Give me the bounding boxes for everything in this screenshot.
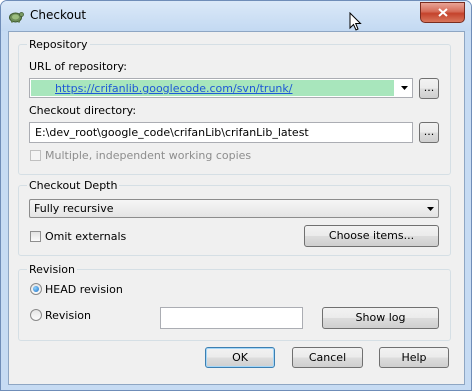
multiple-copies-label: Multiple, independent working copies (45, 149, 252, 162)
revision-label: Revision (45, 309, 91, 322)
mouse-cursor-icon (349, 12, 362, 31)
title-bar[interactable]: Checkout (1, 1, 471, 31)
dialog-client-area: Repository URL of repository: https://cr… (8, 31, 465, 385)
close-button[interactable] (420, 2, 465, 23)
dropdown-arrow-icon (427, 207, 434, 211)
repository-group-title: Repository (27, 38, 90, 51)
depth-selected-value: Fully recursive (34, 202, 114, 215)
directory-browse-button[interactable]: ... (419, 122, 439, 143)
checkout-depth-group-title: Checkout Depth (27, 179, 120, 192)
head-revision-label: HEAD revision (45, 283, 123, 296)
url-combobox[interactable]: https://crifanlib.googlecode.com/svn/tru… (29, 78, 413, 98)
ok-button[interactable]: OK (205, 347, 275, 368)
url-browse-button[interactable]: ... (419, 78, 439, 99)
revision-radio[interactable] (30, 309, 42, 321)
revision-input[interactable] (160, 307, 303, 329)
help-button[interactable]: Help (379, 347, 449, 368)
omit-externals-checkbox[interactable] (30, 231, 41, 242)
head-revision-radio[interactable] (30, 283, 42, 295)
multiple-copies-checkbox[interactable] (30, 150, 41, 161)
show-log-button[interactable]: Show log (322, 307, 439, 329)
checkout-window: Checkout Repository URL of repository: h… (0, 0, 472, 391)
checkout-directory-input[interactable]: E:\dev_root\google_code\crifanLib\crifan… (29, 122, 413, 143)
depth-dropdown[interactable]: Fully recursive (29, 199, 439, 218)
url-selection: https://crifanlib.googlecode.com/svn/tru… (31, 80, 394, 96)
close-icon (437, 8, 448, 17)
cancel-button[interactable]: Cancel (292, 347, 363, 368)
url-label: URL of repository: (29, 60, 127, 73)
checkout-directory-value: E:\dev_root\google_code\crifanLib\crifan… (35, 126, 309, 139)
checkout-directory-label: Checkout directory: (29, 104, 137, 117)
choose-items-button[interactable]: Choose items... (304, 225, 439, 247)
revision-group-title: Revision (27, 263, 77, 276)
revision-group: Revision (18, 263, 451, 341)
radio-selected-dot (33, 286, 39, 292)
dropdown-arrow-icon[interactable] (401, 86, 408, 90)
url-value: https://crifanlib.googlecode.com/svn/tru… (55, 82, 293, 95)
tortoise-svn-icon (9, 12, 24, 23)
omit-externals-label: Omit externals (45, 230, 127, 243)
window-title: Checkout (30, 8, 87, 22)
